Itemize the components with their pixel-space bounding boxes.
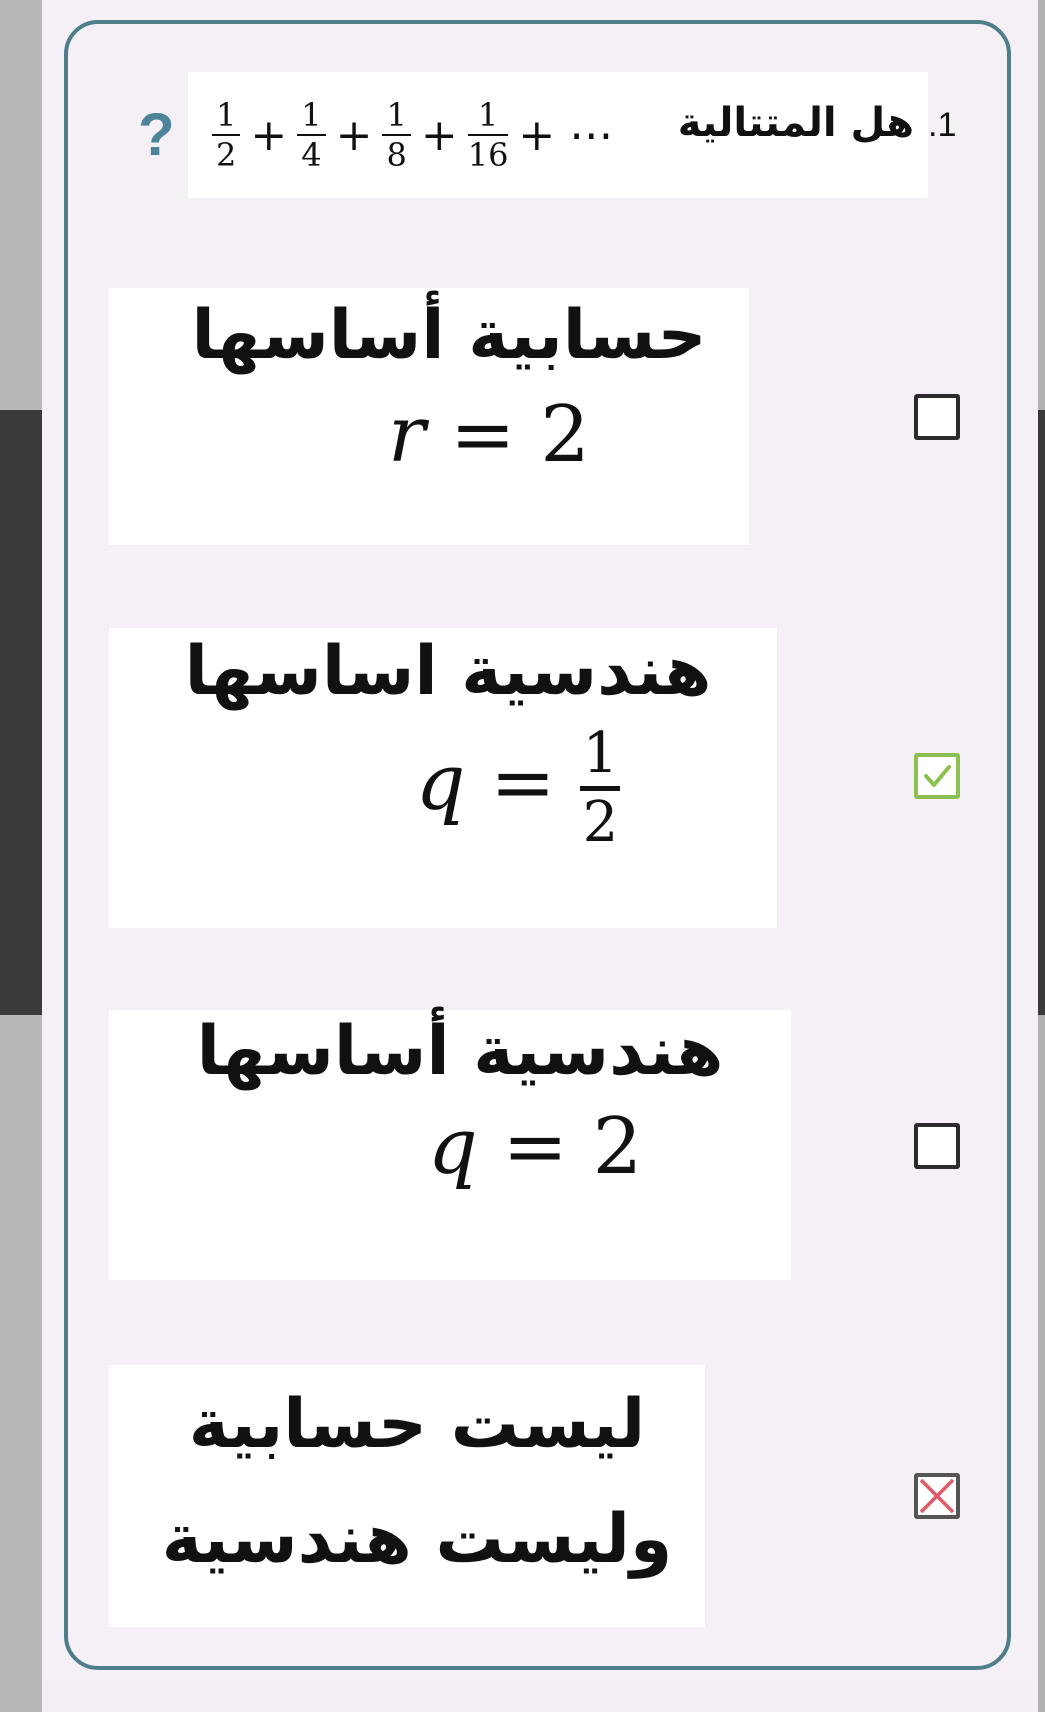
series-expression: 1 2 + 1 4 + 1 8 + 1 16 + ⋯ — [208, 72, 619, 198]
formula-value: 2 — [592, 1102, 643, 1192]
numerator: 1 — [477, 96, 499, 134]
numerator: 1 — [582, 721, 619, 786]
modal-bottom — [42, 1680, 1038, 1712]
background-right-dark — [1038, 410, 1045, 1015]
formula-variable: q — [427, 1102, 478, 1192]
help-icon[interactable]: ? — [138, 100, 175, 169]
formula-variable: r — [388, 390, 426, 480]
check-icon — [924, 765, 951, 787]
option-2[interactable]: هندسية اساسها q = 12 — [109, 628, 777, 928]
formula-equals: = — [425, 390, 541, 480]
option-3[interactable]: هندسية أساسها q = 2 — [109, 1010, 791, 1280]
denominator: 8 — [386, 136, 407, 174]
background-left-dark — [0, 410, 42, 1015]
option-1[interactable]: حسابية أساسها r = 2 — [109, 288, 749, 545]
denominator: 4 — [301, 136, 322, 174]
option-label: حسابية أساسها — [191, 296, 707, 375]
formula-value: 2 — [540, 390, 590, 480]
denominator: 16 — [467, 136, 509, 174]
option-formula: q = 2 — [109, 1092, 791, 1192]
fraction-term: 1 16 — [467, 96, 509, 174]
denominator: 2 — [216, 136, 237, 174]
numerator: 1 — [301, 96, 322, 134]
option-3-checkbox[interactable] — [914, 1123, 960, 1169]
formula-fraction: 12 — [580, 721, 621, 855]
option-label-line-2: وليست هندسية — [161, 1500, 673, 1579]
formula-variable: q — [415, 738, 466, 828]
option-label: هندسية اساسها — [184, 632, 712, 711]
fraction-term: 1 4 — [297, 96, 326, 174]
formula-equals: = — [465, 738, 581, 828]
option-1-checkbox[interactable] — [914, 394, 960, 440]
option-4[interactable]: ليست حسابية وليست هندسية — [109, 1365, 705, 1627]
series-ellipsis: + ⋯ — [518, 109, 614, 161]
wrong-x-icon — [919, 1478, 955, 1514]
question-number: .1 — [928, 106, 957, 144]
option-4-checkbox[interactable] — [914, 1473, 960, 1519]
numerator: 1 — [386, 96, 407, 134]
fraction-term: 1 8 — [382, 96, 411, 174]
option-2-checkbox[interactable] — [914, 753, 960, 799]
option-label: هندسية أساسها — [196, 1012, 724, 1091]
question-statement: 1 2 + 1 4 + 1 8 + 1 16 + ⋯ هل المتتالية — [188, 72, 928, 198]
option-label-line-1: ليست حسابية — [188, 1385, 646, 1464]
fraction-term: 1 2 — [212, 96, 241, 174]
numerator: 1 — [216, 96, 237, 134]
formula-equals: = — [477, 1102, 593, 1192]
plus-sign: + — [420, 109, 458, 161]
denominator: 2 — [582, 790, 619, 855]
question-text: هل المتتالية — [677, 100, 914, 146]
plus-sign: + — [250, 109, 288, 161]
option-formula: r = 2 — [109, 376, 749, 480]
plus-sign: + — [335, 109, 373, 161]
option-formula: q = 12 — [109, 712, 777, 855]
